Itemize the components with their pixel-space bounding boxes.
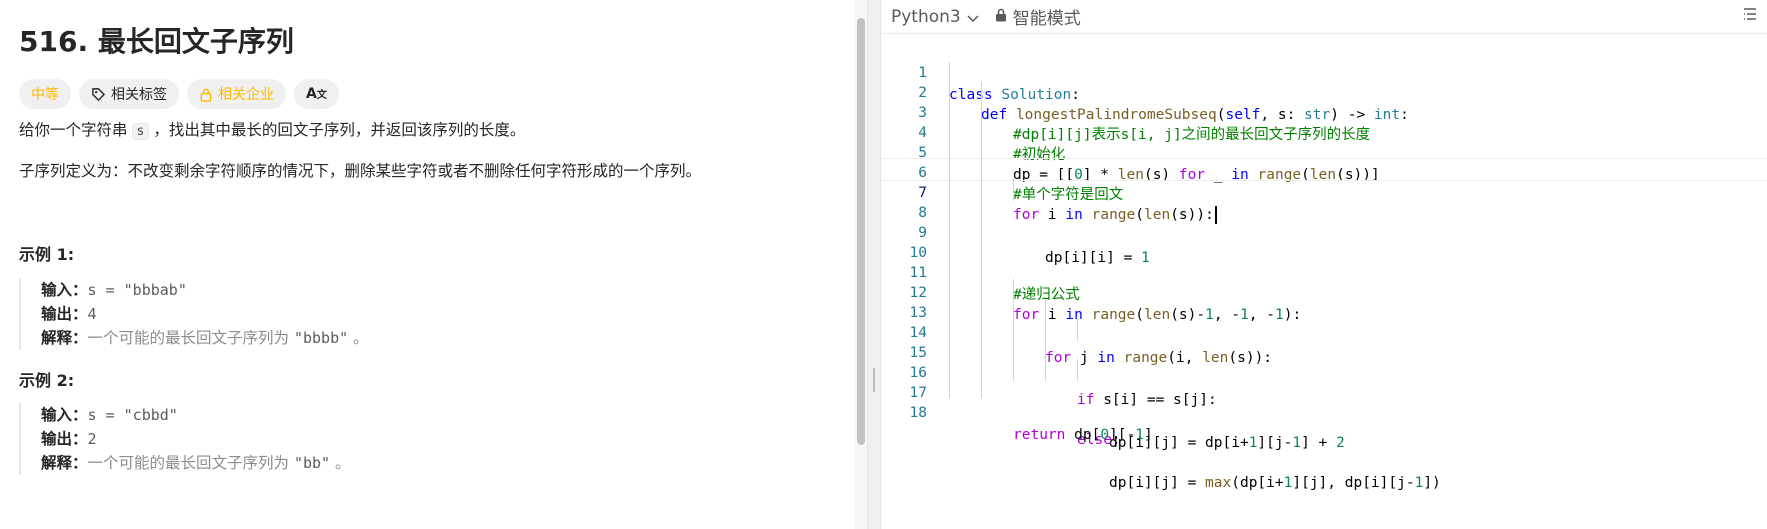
number: 2 xyxy=(1336,434,1345,451)
difficulty-label: 中等 xyxy=(31,87,59,103)
builtin: max xyxy=(1205,474,1232,491)
input-label: 输入： xyxy=(41,281,88,299)
related-tags-label: 相关标签 xyxy=(111,87,167,103)
lock-icon xyxy=(995,7,1007,27)
mode-label: 智能模式 xyxy=(1012,9,1081,29)
number: 1 xyxy=(1135,427,1144,443)
chevron-down-icon xyxy=(967,8,979,28)
difficulty-badge: 中等 xyxy=(19,79,71,109)
explanation-tail: 。 xyxy=(353,329,369,347)
output-label: 输出： xyxy=(41,305,88,323)
output-value: 4 xyxy=(87,305,97,323)
related-companies-button[interactable]: 相关企业 xyxy=(187,79,286,109)
indent-guide xyxy=(1077,319,1078,341)
description-text-2: ，找出其中最长的回文子序列，并返回该序列的长度。 xyxy=(153,121,526,139)
example-2-title: 示例 2: xyxy=(19,371,75,390)
code-token: ][- xyxy=(1109,427,1136,443)
splitter-grip-handle[interactable] xyxy=(873,368,875,392)
language-label: Python3 xyxy=(891,6,961,27)
example-2-block: 输入：s = "cbbd" 输出：2 解释：一个可能的最长回文子序列为 "bb"… xyxy=(19,403,351,475)
number: 1 xyxy=(1414,474,1424,491)
input-label: 输入： xyxy=(41,406,88,424)
problem-pane: 516. 最长回文子序列 中等 相关标签 相关企业 A文 给你一个字符串 s ，找出… xyxy=(0,0,856,529)
code-token: ][j- xyxy=(1257,434,1293,451)
example-1-block: 输入：s = "bbbab" 输出：4 解释：一个可能的最长回文子序列为 "bb… xyxy=(19,278,369,350)
translate-icon: A文 xyxy=(306,86,327,102)
pane-splitter[interactable] xyxy=(867,0,881,529)
indent-guide xyxy=(1013,359,1014,381)
editor-toolbar: Python3 智能模式 xyxy=(881,0,1767,34)
description-text-1: 给你一个字符串 xyxy=(19,121,128,139)
indent-guide xyxy=(1013,339,1014,361)
code-token: (dp[i+ xyxy=(1231,474,1284,491)
explanation-label: 解释： xyxy=(41,454,88,472)
indent-guide xyxy=(1013,299,1014,321)
indent-guide xyxy=(1045,299,1046,321)
code-line[interactable]: 18 return dp[0][-1] xyxy=(881,379,1767,444)
indent-guide xyxy=(1045,319,1046,341)
explanation-value: "bbbb" xyxy=(293,329,349,347)
code-token: ] + xyxy=(1301,434,1336,451)
tag-row: 中等 相关标签 相关企业 A文 xyxy=(19,79,339,109)
explanation-tail: 。 xyxy=(335,454,351,472)
editor-pane: Python3 智能模式 1 class Solution: 2 def lon… xyxy=(881,0,1767,529)
indent-guide xyxy=(981,82,982,398)
language-select[interactable]: Python3 xyxy=(891,6,979,28)
code-token: ][j], dp[i][j- xyxy=(1292,474,1415,491)
input-value: s = "cbbd" xyxy=(87,406,178,424)
outline-menu-icon[interactable] xyxy=(1743,6,1757,25)
explanation-text: 一个可能的最长回文子序列为 xyxy=(87,329,290,347)
number: 1 xyxy=(1292,434,1302,451)
code-line-active[interactable]: 7 for i in range(len(s)): xyxy=(881,158,1767,224)
problem-title: 516. 最长回文子序列 xyxy=(19,25,294,58)
explanation-value: "bb" xyxy=(293,454,331,472)
explanation-label: 解释： xyxy=(41,329,88,347)
output-label: 输出： xyxy=(41,430,88,448)
lock-icon xyxy=(199,87,213,102)
code-token: dp[ xyxy=(1065,427,1101,443)
inline-code-s: s xyxy=(131,123,150,140)
indent-guide xyxy=(1013,179,1014,201)
line-number: 18 xyxy=(909,404,927,421)
related-tags-button[interactable]: 相关标签 xyxy=(79,79,179,109)
code-editor[interactable]: 1 class Solution: 2 def longestPalindrom… xyxy=(881,44,1767,504)
problem-scrollbar-thumb[interactable] xyxy=(857,18,865,445)
indent-guide xyxy=(1013,279,1014,301)
output-value: 2 xyxy=(87,430,97,448)
indent-guide xyxy=(949,62,950,398)
indent-guide xyxy=(1045,339,1046,361)
tag-icon xyxy=(91,87,106,102)
translate-button[interactable]: A文 xyxy=(294,79,339,109)
subsequence-definition: 子序列定义为：不改变剩余字符顺序的情况下，删除某些字符或者不删除任何字符形成的一… xyxy=(19,162,702,180)
indent-guide xyxy=(1045,359,1046,381)
number: 0 xyxy=(1100,427,1110,443)
smart-mode-toggle[interactable]: 智能模式 xyxy=(995,4,1081,29)
code-token: ]) xyxy=(1423,474,1441,491)
code-token: dp[i][j] = xyxy=(1109,474,1206,491)
code-token: ] xyxy=(1143,427,1153,443)
indent-guide xyxy=(1013,319,1014,341)
indent-guide xyxy=(1077,359,1078,381)
input-value: s = "bbbab" xyxy=(87,281,187,299)
description: 给你一个字符串 s ，找出其中最长的回文子序列，并返回该序列的长度。 xyxy=(19,118,525,140)
keyword: return xyxy=(1013,427,1066,443)
example-1-title: 示例 1: xyxy=(19,245,75,264)
explanation-text: 一个可能的最长回文子序列为 xyxy=(87,454,290,472)
related-companies-label: 相关企业 xyxy=(218,87,274,103)
